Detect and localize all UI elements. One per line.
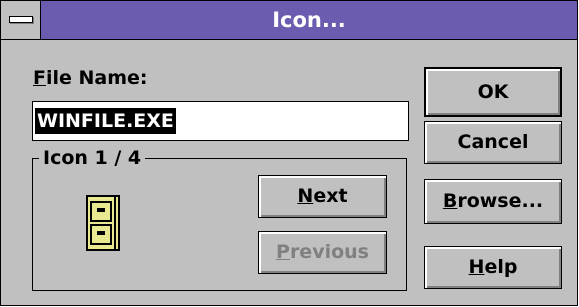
cancel-button[interactable]: Cancel — [424, 121, 562, 164]
file-name-input[interactable]: WINFILE.EXE — [32, 101, 409, 141]
icon-dialog: Icon... File Name: WINFILE.EXE Icon 1 / … — [0, 0, 578, 306]
dialog-title: Icon... — [272, 8, 346, 32]
system-menu-icon — [9, 16, 33, 23]
system-menu-button[interactable] — [1, 1, 41, 39]
browse-button[interactable]: Browse... — [424, 179, 562, 224]
file-cabinet-icon — [86, 195, 120, 251]
help-button[interactable]: Help — [424, 246, 562, 289]
ok-button[interactable]: OK — [424, 67, 562, 117]
previous-button[interactable]: Previous — [258, 231, 387, 274]
icon-group-label: Icon 1 / 4 — [39, 147, 146, 169]
file-name-label: File Name: — [33, 67, 148, 89]
file-name-value: WINFILE.EXE — [35, 108, 176, 134]
title-bar[interactable]: Icon... — [1, 1, 577, 40]
next-button[interactable]: Next — [258, 175, 387, 218]
